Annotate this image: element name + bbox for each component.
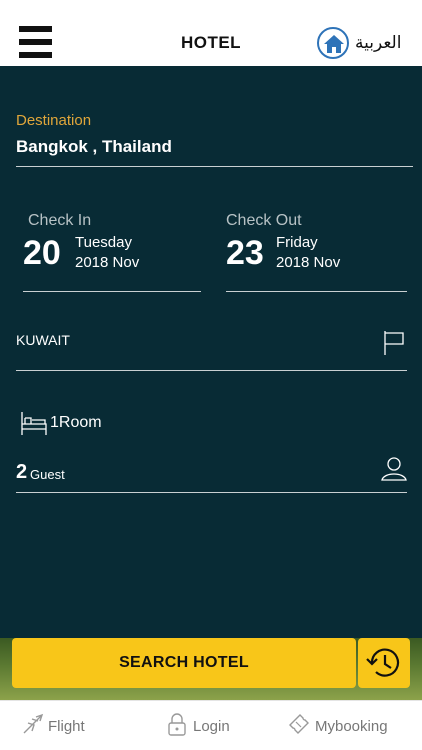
guest-count[interactable]: 2 xyxy=(16,461,27,484)
history-icon xyxy=(366,648,400,677)
user-icon[interactable] xyxy=(380,456,408,482)
rooms-field[interactable]: 1Room xyxy=(50,414,102,432)
divider xyxy=(226,291,407,292)
destination-label: Destination xyxy=(16,112,92,129)
check-in-weekday: Tuesday xyxy=(75,234,132,251)
tab-flight-label: Flight xyxy=(48,718,85,735)
divider xyxy=(16,370,407,371)
check-out-weekday: Friday xyxy=(276,234,318,251)
history-button[interactable] xyxy=(358,638,410,688)
divider xyxy=(23,291,201,292)
tab-login-label: Login xyxy=(193,718,230,735)
search-form: Destination Bangkok , Thailand Check In … xyxy=(0,66,422,638)
ticket-icon xyxy=(289,714,309,734)
divider xyxy=(16,492,407,493)
tab-mybooking[interactable]: Mybooking xyxy=(288,701,408,750)
check-out-day: 23 xyxy=(226,234,264,272)
home-icon[interactable] xyxy=(317,27,349,59)
plane-icon xyxy=(23,713,44,734)
bed-icon xyxy=(21,412,47,435)
app-header: HOTEL العربية xyxy=(0,0,422,66)
check-in-day: 20 xyxy=(23,234,61,272)
tab-login[interactable]: Login xyxy=(167,701,267,750)
divider xyxy=(16,166,413,167)
check-out-year-month: 2018 Nov xyxy=(276,254,341,271)
nationality-field[interactable]: KUWAIT xyxy=(16,332,70,348)
lock-icon xyxy=(168,713,186,736)
destination-field[interactable]: Bangkok , Thailand xyxy=(16,137,172,157)
check-in-year-month: 2018 Nov xyxy=(75,254,140,271)
tab-mybooking-label: Mybooking xyxy=(315,718,388,735)
search-hotel-button[interactable]: SEARCH HOTEL xyxy=(12,638,356,688)
language-toggle[interactable]: العربية xyxy=(355,33,401,53)
flag-icon[interactable] xyxy=(382,330,406,356)
tab-bar: Flight Login Mybooking xyxy=(0,700,422,750)
tab-flight[interactable]: Flight xyxy=(22,701,122,750)
guest-label: Guest xyxy=(30,467,65,482)
check-out-label: Check Out xyxy=(226,212,302,229)
check-in-label: Check In xyxy=(28,212,92,229)
